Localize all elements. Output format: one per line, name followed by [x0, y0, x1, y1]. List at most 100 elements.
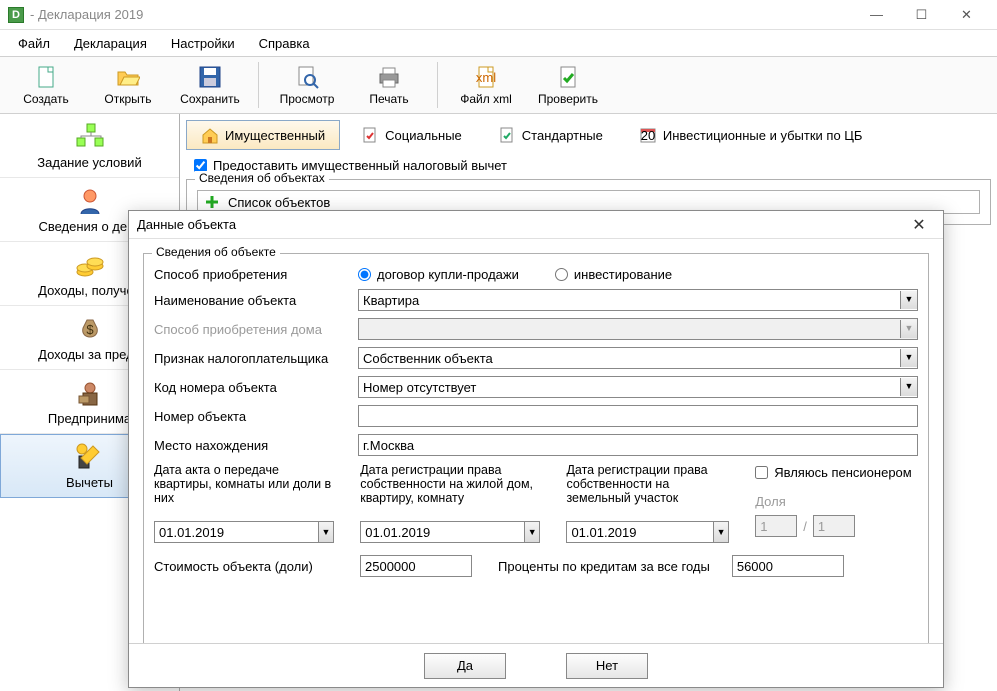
share-inputs: /	[755, 515, 918, 537]
toolbar: Создать Открыть Сохранить Просмотр Печат…	[0, 56, 997, 114]
add-icon[interactable]	[204, 194, 220, 210]
object-code-select[interactable]: Номер отсутствует ▼	[358, 376, 918, 398]
chevron-down-icon: ▼	[525, 521, 541, 543]
objects-group-title: Сведения об объектах	[195, 171, 329, 185]
radio-contract[interactable]: договор купли-продажи	[358, 267, 519, 282]
menu-bar: Файл Декларация Настройки Справка	[0, 30, 997, 56]
sidebar-label: Вычеты	[66, 475, 113, 490]
pensioner-checkbox[interactable]	[755, 466, 768, 479]
sidebar-label: Доходы, получен	[38, 283, 141, 298]
house-method-label: Способ приобретения дома	[154, 322, 348, 337]
toolbar-create[interactable]: Создать	[6, 57, 86, 113]
toolbar-preview-label: Просмотр	[280, 92, 335, 106]
toolbar-check[interactable]: Проверить	[528, 57, 608, 113]
taxpayer-label: Признак налогоплательщика	[154, 351, 348, 366]
taxpayer-value: Собственник объекта	[363, 351, 493, 366]
document-check-icon	[361, 126, 379, 144]
cost-input[interactable]	[360, 555, 472, 577]
date-reg-input[interactable]: ▼	[360, 521, 540, 543]
menu-help[interactable]: Справка	[249, 33, 320, 54]
preview-icon	[295, 65, 319, 89]
sidebar-item-conditions[interactable]: Задание условий	[0, 114, 179, 178]
object-name-label: Наименование объекта	[154, 293, 348, 308]
tab-label: Стандартные	[522, 128, 603, 143]
dialog-title: Данные объекта	[137, 217, 903, 232]
conditions-icon	[75, 122, 105, 152]
tab-label: Имущественный	[225, 128, 325, 143]
object-number-input[interactable]	[358, 405, 918, 427]
print-icon	[377, 65, 401, 89]
save-icon	[198, 65, 222, 89]
dialog-close-button[interactable]: ✕	[903, 215, 935, 235]
toolbar-preview[interactable]: Просмотр	[267, 57, 347, 113]
toolbar-save-label: Сохранить	[180, 92, 240, 106]
house-method-select: ▼	[358, 318, 918, 340]
pensioner-label: Являюсь пенсионером	[774, 465, 912, 480]
toolbar-print[interactable]: Печать	[349, 57, 429, 113]
interest-label: Проценты по кредитам за все годы	[498, 559, 710, 574]
entrepreneur-icon	[75, 378, 105, 408]
menu-file[interactable]: Файл	[8, 33, 60, 54]
interest-input[interactable]	[732, 555, 844, 577]
date-land-label: Дата регистрации права собственности на …	[566, 463, 729, 515]
house-icon	[201, 126, 219, 144]
deductions-icon	[75, 442, 105, 472]
tab-property[interactable]: Имущественный	[186, 120, 340, 150]
object-info-title: Сведения об объекте	[152, 245, 280, 259]
object-name-select[interactable]: Квартира ▼	[358, 289, 918, 311]
tab-investment[interactable]: 20 Инвестиционные и убытки по ЦБ	[624, 120, 878, 150]
menu-declaration[interactable]: Декларация	[64, 33, 157, 54]
toolbar-open-label: Открыть	[104, 92, 151, 106]
close-button[interactable]: ✕	[944, 1, 989, 29]
tab-label: Социальные	[385, 128, 462, 143]
chevron-down-icon: ▼	[900, 291, 917, 309]
ok-button[interactable]: Да	[424, 653, 506, 679]
dialog-titlebar: Данные объекта ✕	[129, 211, 943, 239]
sidebar-label: Задание условий	[37, 155, 141, 170]
share-label: Доля	[755, 494, 918, 509]
object-data-dialog: Данные объекта ✕ Сведения об объекте Спо…	[128, 210, 944, 688]
date-act-input[interactable]: ▼	[154, 521, 334, 543]
sidebar-label: Предпринима	[48, 411, 131, 426]
toolbar-print-label: Печать	[369, 92, 408, 106]
toolbar-xml[interactable]: xml Файл xml	[446, 57, 526, 113]
acquisition-method-label: Способ приобретения	[154, 267, 348, 282]
chevron-down-icon: ▼	[900, 378, 917, 396]
tab-social[interactable]: Социальные	[346, 120, 477, 150]
chevron-down-icon: ▼	[900, 349, 917, 367]
window-title: - Декларация 2019	[30, 7, 854, 22]
app-icon: D	[8, 7, 24, 23]
cancel-button[interactable]: Нет	[566, 653, 648, 679]
location-input[interactable]	[358, 434, 918, 456]
money-bag-icon: $	[75, 314, 105, 344]
object-code-label: Код номера объекта	[154, 380, 348, 395]
deduction-tabs: Имущественный Социальные Стандартные 20 …	[186, 118, 991, 152]
date-act-label: Дата акта о передаче квартиры, комнаты и…	[154, 463, 334, 515]
object-number-label: Номер объекта	[154, 409, 348, 424]
cost-label: Стоимость объекта (доли)	[154, 559, 348, 574]
chevron-down-icon: ▼	[900, 320, 917, 338]
maximize-button[interactable]: ☐	[899, 1, 944, 29]
radio-investment[interactable]: инвестирование	[555, 267, 672, 282]
toolbar-open[interactable]: Открыть	[88, 57, 168, 113]
tab-standard[interactable]: Стандартные	[483, 120, 618, 150]
minimize-button[interactable]: ―	[854, 1, 899, 29]
check-icon	[556, 65, 580, 89]
pensioner-checkbox-row[interactable]: Являюсь пенсионером	[755, 465, 918, 480]
date-land-input[interactable]: ▼	[566, 521, 729, 543]
chevron-down-icon: ▼	[714, 521, 729, 543]
title-bar: D - Декларация 2019 ― ☐ ✕	[0, 0, 997, 30]
svg-text:xml: xml	[476, 70, 496, 85]
svg-text:$: $	[86, 322, 94, 337]
toolbar-separator	[437, 62, 438, 108]
toolbar-save[interactable]: Сохранить	[170, 57, 250, 113]
taxpayer-select[interactable]: Собственник объекта ▼	[358, 347, 918, 369]
toolbar-separator	[258, 62, 259, 108]
toolbar-check-label: Проверить	[538, 92, 598, 106]
toolbar-create-label: Создать	[23, 92, 69, 106]
document-check-icon	[498, 126, 516, 144]
location-label: Место нахождения	[154, 438, 348, 453]
menu-settings[interactable]: Настройки	[161, 33, 245, 54]
share-denominator	[813, 515, 855, 537]
sidebar-label: Сведения о декл	[38, 219, 140, 234]
